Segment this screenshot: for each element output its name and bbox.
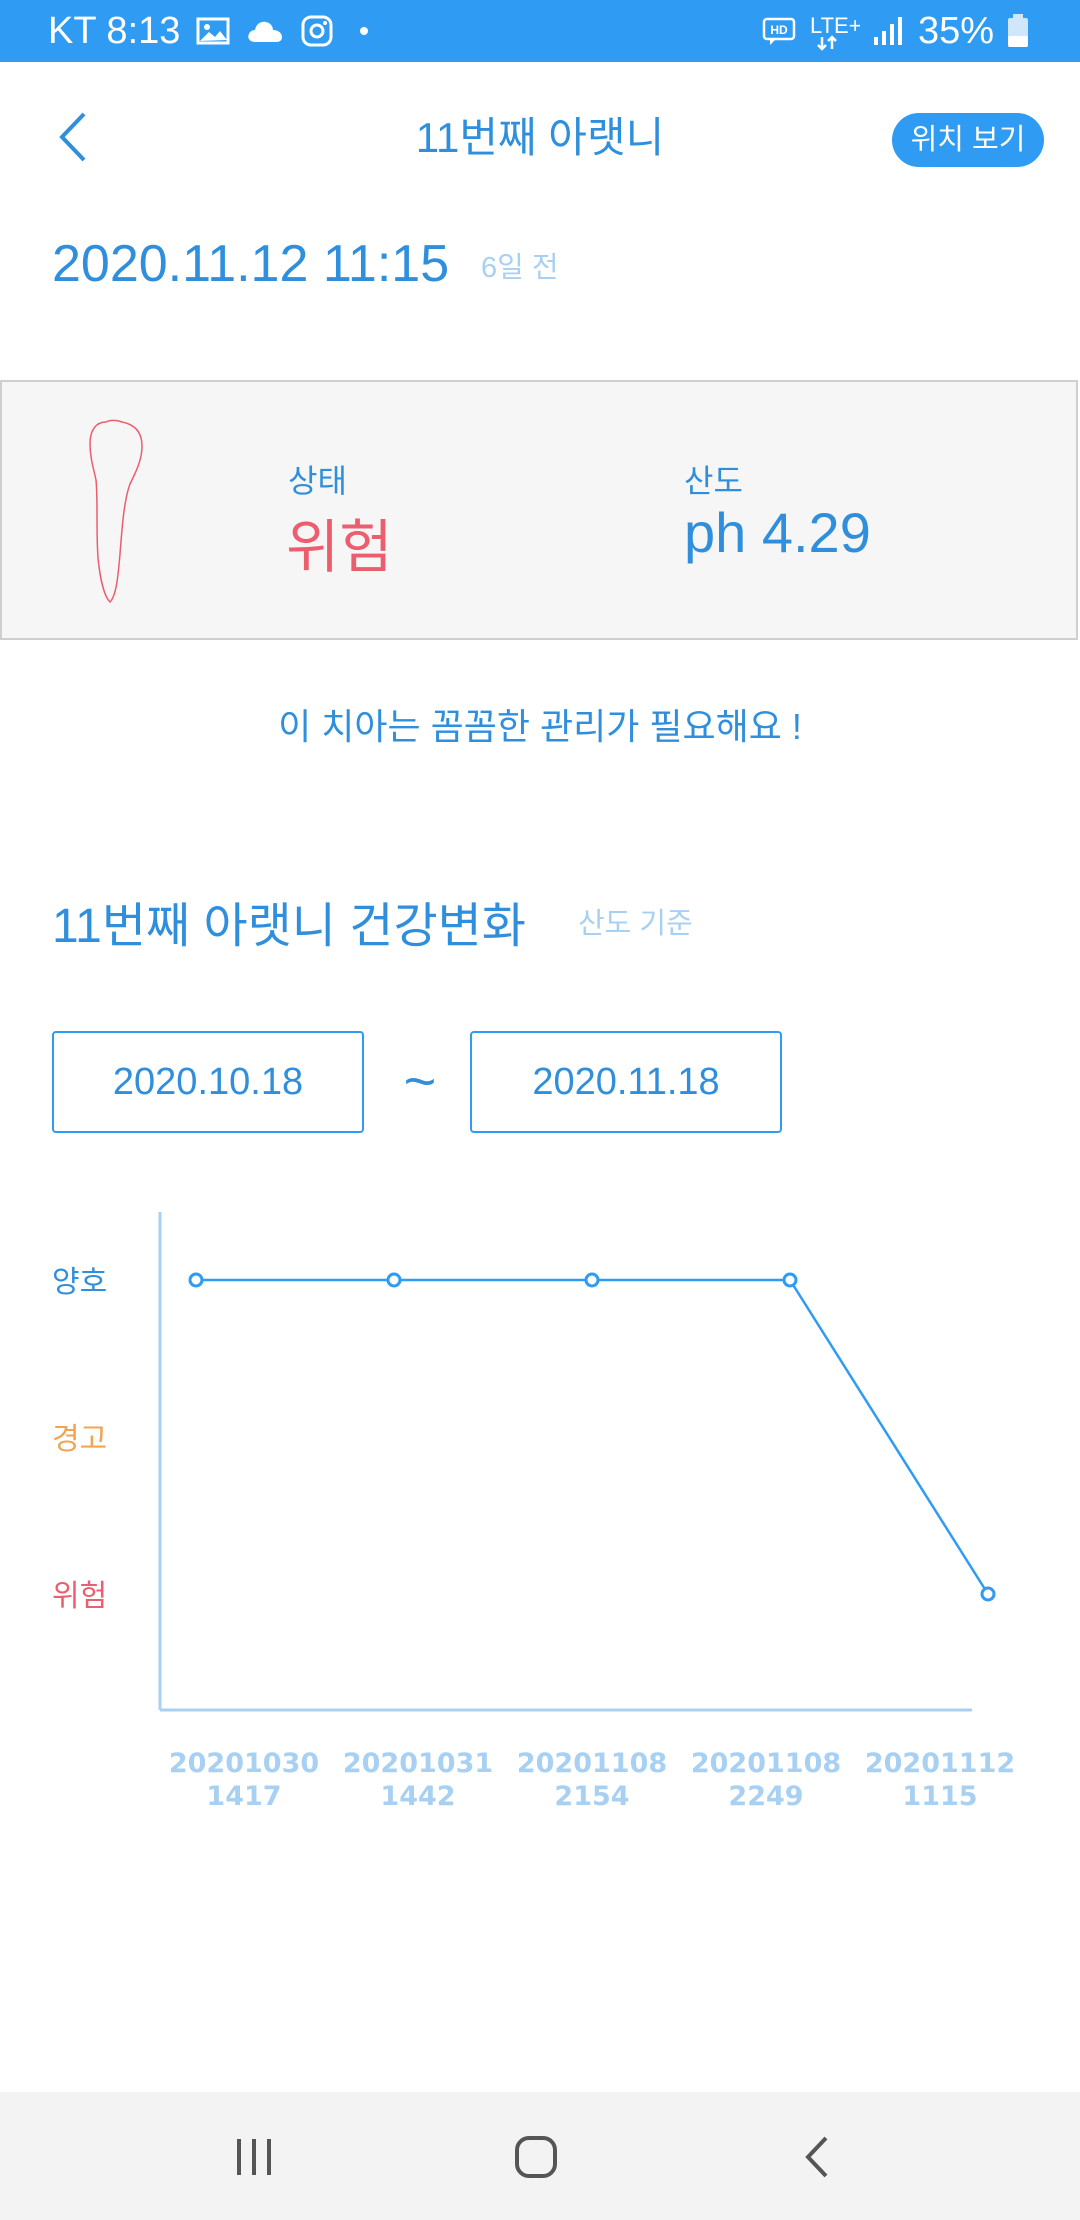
health-chart: 양호경고위험 20201030 1417 20201031 1442 20201108 21…: [0, 1200, 1080, 1840]
range-separator: ~: [403, 1049, 437, 1112]
system-back-button[interactable]: [778, 2122, 858, 2192]
instagram-icon: [300, 14, 334, 48]
gallery-icon: [196, 16, 230, 46]
y-tick-label: 경고: [52, 1423, 107, 1456]
navigation-bar: [0, 2092, 1080, 2220]
acidity-value: ph 4.29: [684, 501, 871, 564]
series-line: [196, 1278, 990, 1595]
recents-icon: [237, 2139, 271, 2175]
x-tick-label: 20201031 1442: [343, 1748, 493, 1812]
y-tick-label: 위험: [52, 1580, 107, 1613]
cloud-icon: [246, 18, 284, 44]
status-right: HD LTE+ 35%: [762, 0, 1030, 62]
x-tick-label: 20201112 1115: [865, 1748, 1015, 1812]
record-ago: 6일 전: [481, 252, 559, 284]
record-datetime: 2020.11.12 11:15: [52, 235, 450, 293]
battery-percent: 35%: [917, 9, 994, 52]
y-tick-label: 양호: [52, 1266, 107, 1299]
dot-icon: [350, 21, 378, 41]
health-section-subtitle: 산도 기준: [578, 908, 693, 940]
back-icon: [805, 2136, 828, 2178]
home-button[interactable]: [496, 2122, 576, 2192]
data-point: [980, 1586, 996, 1602]
status-left: KT 8:13: [48, 0, 378, 62]
range-end-field[interactable]: 2020.11.18: [470, 1031, 782, 1133]
battery-icon: [1006, 13, 1030, 49]
x-tick-label: 20201030 1417: [169, 1748, 319, 1812]
x-tick-label: 20201108 2154: [517, 1748, 667, 1812]
lte-text: LTE+: [810, 13, 860, 38]
tooth-outline-icon: [86, 418, 146, 612]
hd-voice-icon: HD: [762, 16, 796, 46]
x-tick-label: 20201108 2249: [691, 1748, 841, 1812]
lte-icon: LTE+: [808, 11, 860, 51]
app-screen: KT 8:13 HD LTE+ 35% 11번째 아랫니 위치 보기 2020.…: [0, 0, 1080, 2220]
health-chart-svg: 양호경고위험 20201030 1417 20201031 1442 20201108 21…: [52, 1212, 1015, 1812]
svg-text:HD: HD: [770, 23, 788, 37]
data-point: [386, 1272, 402, 1288]
range-start-field[interactable]: 2020.10.18: [52, 1031, 364, 1133]
status-card: 상태 위험 산도 ph 4.29: [0, 380, 1078, 640]
acidity-label: 산도: [684, 463, 743, 499]
data-point: [188, 1272, 204, 1288]
data-point: [584, 1272, 600, 1288]
state-value: 위험: [286, 515, 393, 580]
health-section-title: 11번째 아랫니 건강변화: [52, 900, 526, 953]
recents-button[interactable]: [214, 2122, 294, 2192]
status-bar: KT 8:13 HD LTE+ 35%: [0, 0, 1080, 62]
data-point: [782, 1272, 798, 1288]
signal-icon: [872, 15, 906, 47]
home-icon: [515, 2136, 557, 2178]
view-location-button[interactable]: 위치 보기: [892, 113, 1044, 167]
carrier-time: KT 8:13: [48, 9, 181, 52]
care-message: 이 치아는 꼼꼼한 관리가 필요해요 !: [278, 706, 802, 747]
state-label: 상태: [288, 463, 347, 499]
